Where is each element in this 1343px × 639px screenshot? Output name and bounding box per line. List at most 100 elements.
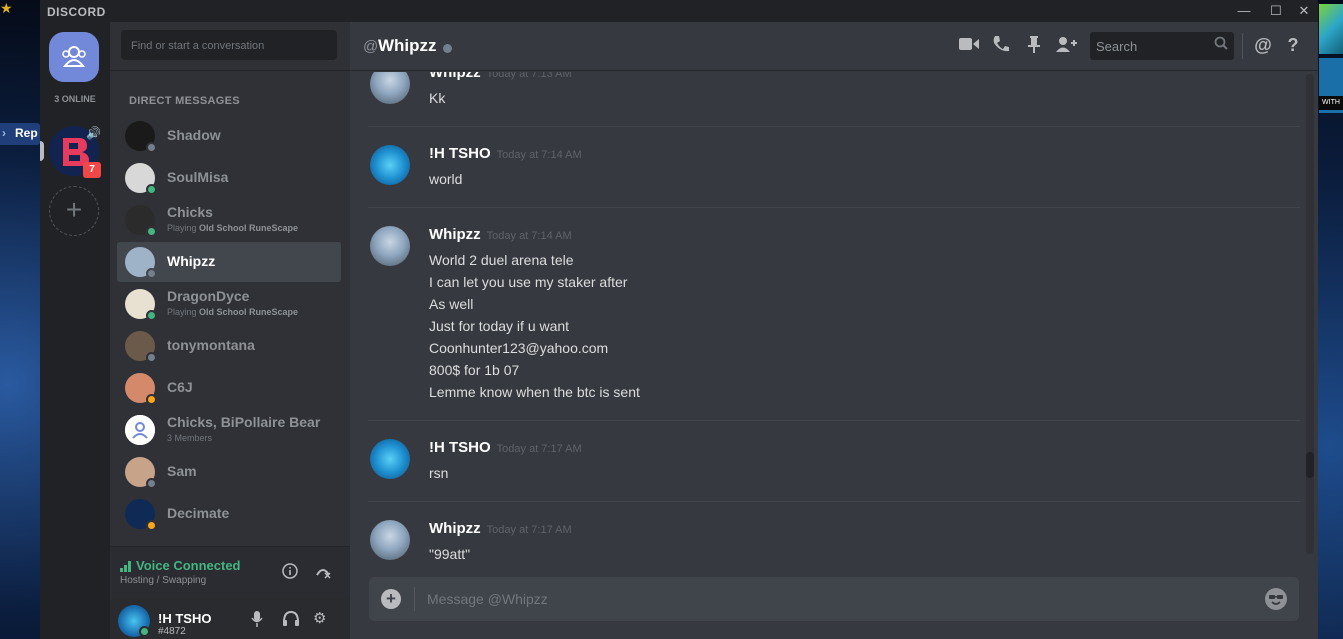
friends-icon [62,46,86,67]
dm-section-header: DIRECT MESSAGES [129,95,240,107]
status-dot [146,268,157,279]
status-dot [146,520,157,531]
status-dot [146,226,157,237]
message-avatar[interactable] [370,226,410,266]
status-dot [146,310,157,321]
dm-item[interactable]: Chicks, BiPollaire Bear 3 Members [117,410,341,450]
activity-prefix: Playing [167,307,200,317]
message-search-input[interactable]: Search [1090,32,1234,60]
dm-item[interactable]: SoulMisa [117,158,341,198]
message-input[interactable]: Message @Whipzz [427,591,548,607]
mention-badge: 7 [83,162,101,178]
dm-name: Chicks [167,204,213,220]
message-author[interactable]: !H TSHO [429,145,491,162]
message-composer[interactable]: + Message @Whipzz [369,577,1299,621]
dm-list: Shadow SoulMisa Chicks Playing Old School R… [117,116,343,566]
message-text: "99att" [429,546,471,562]
pin-icon[interactable] [1023,35,1045,58]
message-text: 800$ for 1b 07 [429,362,520,378]
minimize-icon[interactable]: — [1234,3,1254,19]
dm-item[interactable]: Shadow [117,116,341,156]
message-group: Whipzz Today at 7:13 AM Kk [368,72,1298,109]
message-text: I can let you use my staker after [429,274,628,290]
message-author[interactable]: Whipzz [429,226,481,243]
dm-name: Chicks, BiPollaire Bear [167,414,321,430]
search-icon [1214,36,1228,53]
scrollbar-track[interactable] [1306,74,1314,554]
dm-name: Decimate [167,505,230,521]
headphones-icon[interactable] [282,610,300,632]
message-avatar[interactable] [370,72,410,104]
message-author[interactable]: Whipzz [429,72,481,81]
message-divider [368,207,1300,208]
speaker-icon: 🔊 [86,126,101,140]
desktop-tile-label: WITH [1319,96,1343,110]
header-divider [1242,33,1243,59]
dm-name: DragonDyce [167,288,250,304]
add-server-button[interactable]: + [49,186,99,236]
search-placeholder: Search [1096,39,1138,54]
guild-sidebar: 3 ONLINE 🔊 7 + [40,22,110,639]
dm-item[interactable]: Sam [117,452,341,492]
message-timestamp: Today at 7:13 AM [486,72,572,80]
discord-logo: DISCORD [47,5,106,19]
message-timestamp: Today at 7:14 AM [486,230,572,242]
message-author[interactable]: !H TSHO [429,439,491,456]
info-icon[interactable] [282,563,298,583]
message-author-row: Whipzz Today at 7:14 AM [429,226,572,243]
video-call-icon[interactable] [958,35,980,56]
dm-item[interactable]: Whipzz [117,242,341,282]
message-content: rsn [429,462,448,484]
star-icon: ★ [0,0,13,16]
help-icon[interactable]: ? [1282,35,1304,56]
voice-channel-name[interactable]: Hosting / Swapping [120,575,206,586]
message-author-row: Whipzz Today at 7:13 AM [429,72,572,81]
message-text: world [429,171,463,187]
message-avatar[interactable] [370,520,410,560]
message-avatar[interactable] [370,145,410,185]
channel-title: Whipzz [378,36,437,55]
message-text: Lemme know when the btc is sent [429,384,640,400]
dm-item[interactable]: Chicks Playing Old School RuneScape [117,200,341,240]
message-author[interactable]: Whipzz [429,520,481,537]
online-count: 3 ONLINE [54,94,96,104]
message-text: Kk [429,90,446,106]
message-text: rsn [429,465,449,481]
dm-item[interactable]: C6J [117,368,341,408]
side-tab-label: Rep [15,126,38,140]
message-content: world [429,168,462,190]
status-dot [146,394,157,405]
dm-item[interactable]: DragonDyce Playing Old School RuneScape [117,284,341,324]
dm-item[interactable]: tonymontana [117,326,341,366]
emoji-icon[interactable] [1265,588,1287,610]
message-list: Whipzz Today at 7:13 AM Kk !H TSHO Today at … [350,72,1300,577]
divider [110,70,350,71]
desktop-side-tab[interactable]: › Rep [0,123,40,145]
disconnect-icon[interactable] [314,562,332,584]
add-friend-icon[interactable] [1055,35,1077,58]
settings-gear-icon[interactable]: ⚙ [313,609,326,627]
dm-item[interactable]: Decimate [117,494,341,534]
voice-call-icon[interactable] [990,35,1012,58]
message-author-row: Whipzz Today at 7:17 AM [429,520,572,537]
close-icon[interactable]: ✕ [1294,3,1314,19]
desktop-app-tile[interactable] [1319,4,1343,54]
dm-search-input[interactable]: Find or start a conversation [121,30,337,60]
message-divider [368,501,1300,502]
message-avatar[interactable] [370,439,410,479]
upload-plus-icon[interactable]: + [381,589,401,609]
microphone-icon[interactable] [250,610,264,632]
message-divider [368,126,1300,127]
mentions-icon[interactable]: @ [1252,35,1274,56]
scrollbar-thumb[interactable] [1306,452,1314,478]
discord-window: DISCORD — ☐ ✕ 3 ONLINE 🔊 7 + Find or sta… [40,0,1318,639]
dm-name: Shadow [167,127,221,143]
maximize-icon[interactable]: ☐ [1266,3,1286,19]
dm-activity: Playing Old School RuneScape [167,223,298,233]
activity-game: Old School RuneScape [199,307,299,317]
status-dot [146,184,157,195]
dm-name: Whipzz [167,253,216,269]
friends-button[interactable] [49,32,99,82]
composer-divider [414,587,415,611]
user-panel: !H TSHO #4872 ⚙ [110,598,350,639]
